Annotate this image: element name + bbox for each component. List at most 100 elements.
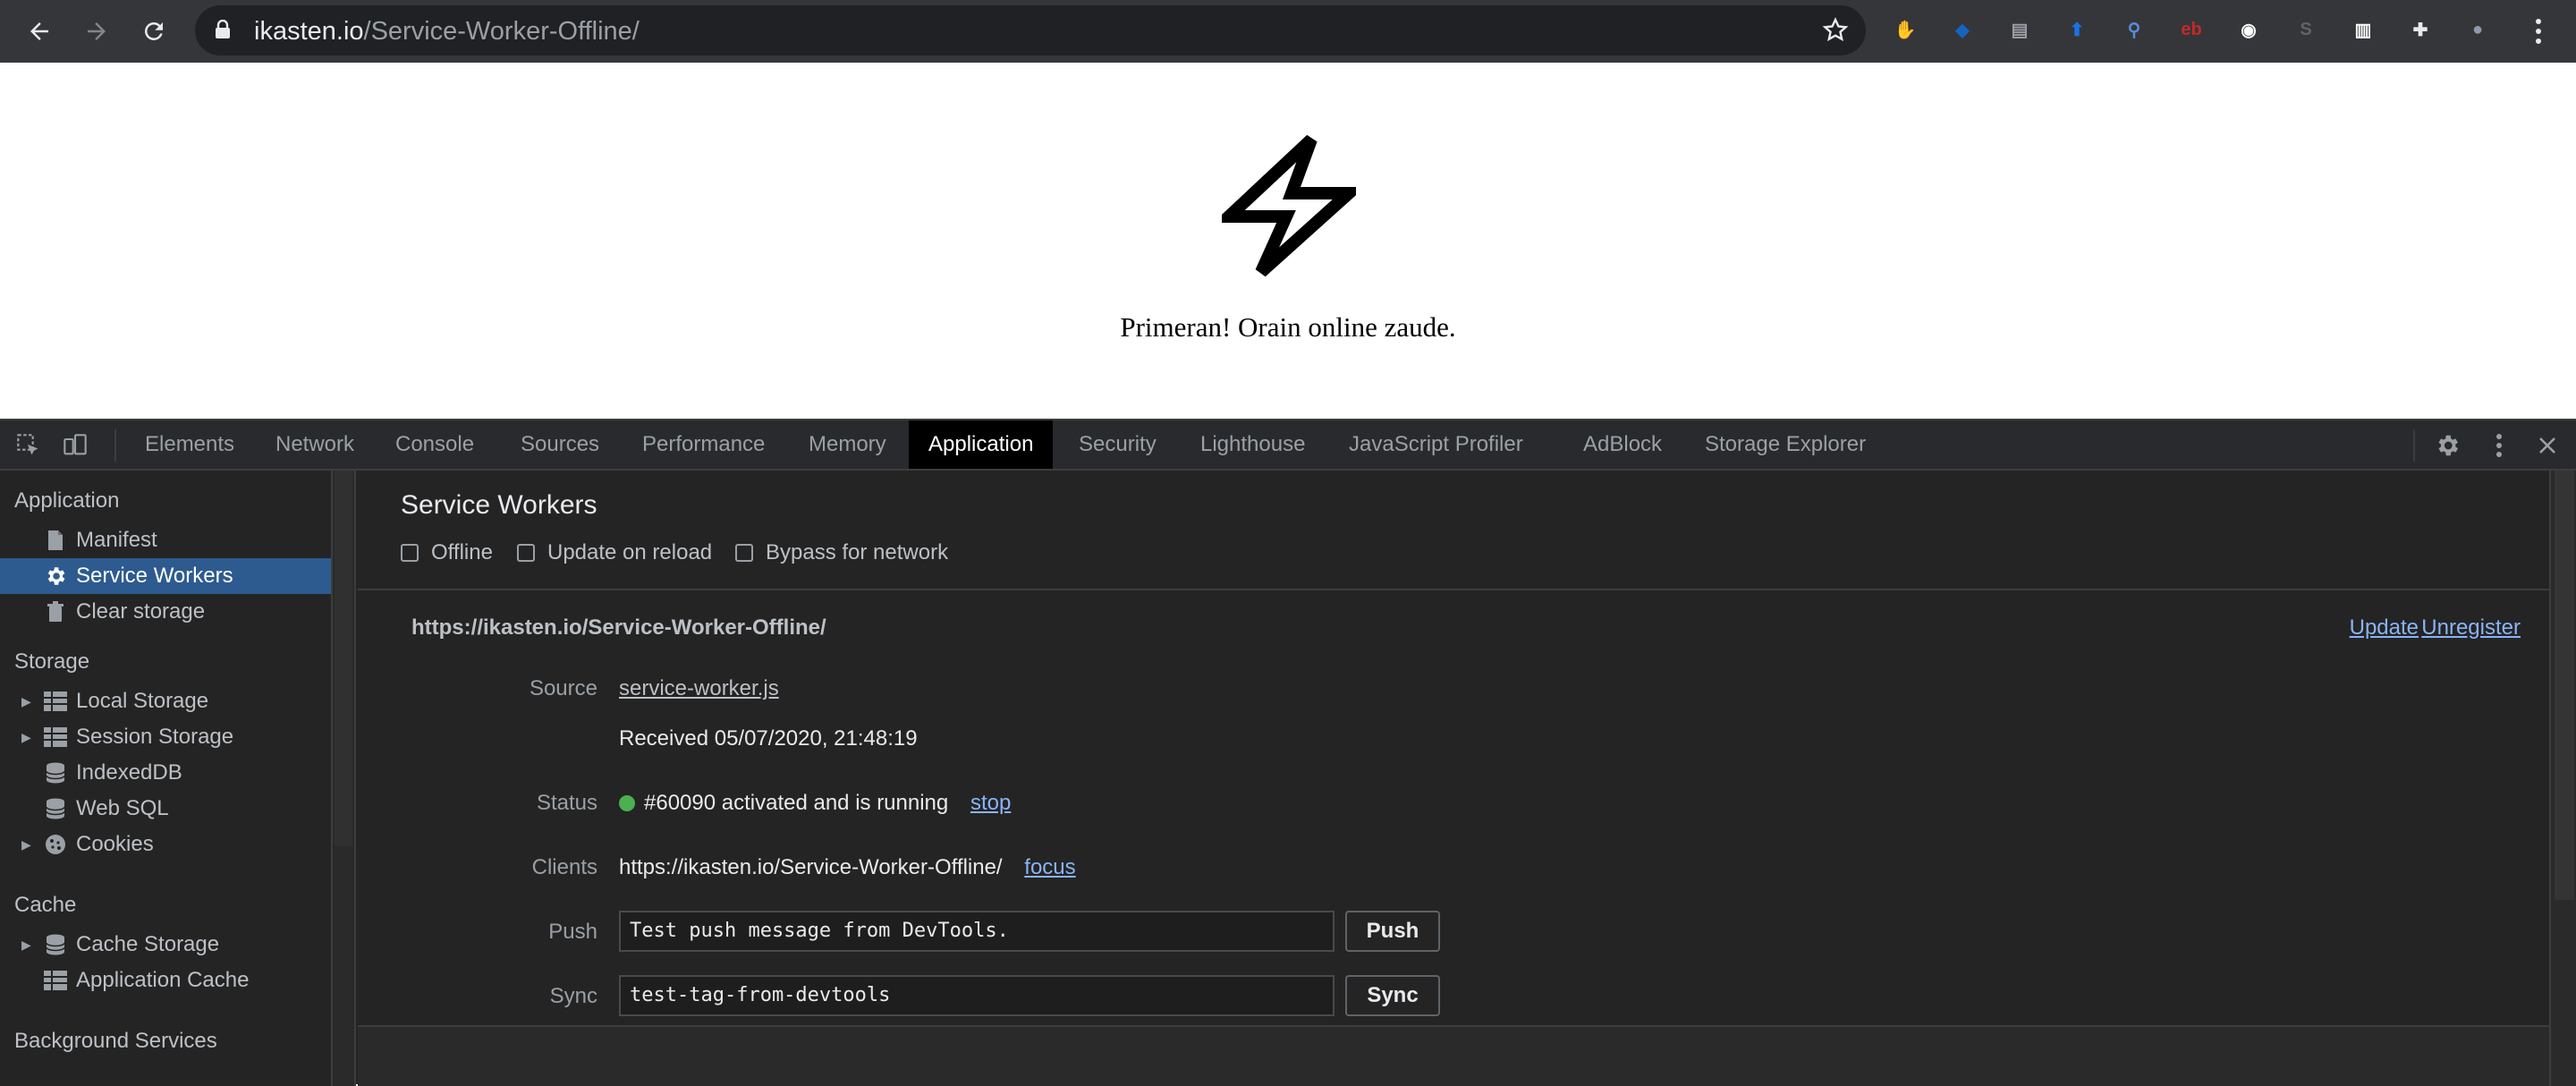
sidebar-item-clear-storage[interactable]: Clear storage [0, 594, 331, 630]
tab-security[interactable]: Security [1059, 420, 1176, 469]
expand-arrow-icon[interactable]: ▶ [21, 938, 31, 953]
tab-divider [114, 429, 116, 462]
tab-memory[interactable]: Memory [789, 420, 906, 469]
main-scrollbar[interactable] [2549, 471, 2576, 1086]
expand-arrow-icon[interactable]: ▶ [21, 837, 31, 853]
bypass-for-network-label: Bypass for network [766, 540, 949, 564]
sidebar-item-web-sql[interactable]: Web SQL [0, 791, 331, 827]
running-status-dot-icon [619, 795, 635, 811]
sidebar-item-application-cache[interactable]: Application Cache [0, 963, 331, 998]
update-on-reload-checkbox[interactable] [517, 544, 535, 562]
browser-menu-button[interactable] [2519, 12, 2558, 51]
push-button[interactable]: Push [1345, 911, 1440, 952]
document-icon [43, 528, 68, 553]
sidebar-scrollbar[interactable] [333, 471, 356, 1086]
update-on-reload-option[interactable]: Update on reload [517, 540, 712, 565]
push-message-input[interactable]: Test push message from DevTools. [619, 911, 1335, 952]
back-arrow-icon [30, 22, 48, 40]
devtools-more-icon[interactable] [2485, 431, 2513, 460]
reload-icon [145, 22, 163, 40]
barcode-ext-icon[interactable]: ▥ [2347, 13, 2379, 46]
doc-icon[interactable]: ▤ [2004, 13, 2036, 46]
sidebar-item-label: Clear storage [76, 599, 206, 624]
sidebar-item-label: Local Storage [76, 689, 209, 713]
profile-avatar[interactable]: ● [2462, 13, 2494, 46]
offline-checkbox[interactable] [401, 544, 419, 562]
sidebar-header-application: Application [14, 488, 120, 513]
tab-network[interactable]: Network [256, 420, 374, 469]
device-toolbar-icon[interactable] [61, 431, 89, 460]
status-label: Status [536, 791, 597, 815]
gem-icon[interactable]: ◆ [1946, 13, 1979, 46]
address-bar[interactable]: ikasten.io/Service-Worker-Offline/ [195, 5, 1866, 55]
source-file-link[interactable]: service-worker.js [619, 676, 779, 701]
page-viewport: Primeran! Orain online zaude. [0, 63, 2576, 419]
sidebar-item-local-storage[interactable]: ▶ Local Storage [0, 683, 331, 719]
grid-table-icon [43, 968, 68, 993]
forward-button[interactable] [77, 12, 116, 51]
expand-arrow-icon[interactable]: ▶ [21, 694, 31, 709]
tab-adblock[interactable]: AdBlock [1563, 420, 1682, 469]
devtools-tabbar: Elements Network Console Sources Performance… [0, 420, 2576, 471]
sidebar-header-background-services: Background Services [14, 1029, 217, 1053]
tab-application[interactable]: Application [909, 420, 1054, 469]
unregister-link[interactable]: Unregister [2421, 615, 2521, 641]
clients-value: https://ikasten.io/Service-Worker-Offlin… [619, 855, 1076, 880]
tab-performance[interactable]: Performance [623, 420, 784, 469]
tab-elements[interactable]: Elements [125, 420, 254, 469]
status-value: #60090 activated and is running stop [619, 791, 1011, 816]
sidebar-item-cache-storage[interactable]: ▶ Cache Storage [0, 927, 331, 963]
lock-icon [216, 20, 230, 38]
gear-icon [43, 564, 68, 589]
sidebar-item-label: Web SQL [76, 796, 169, 820]
sidebar-item-service-workers[interactable]: Service Workers [0, 558, 331, 594]
sync-label: Sync [549, 984, 597, 1008]
url-text: ikasten.io/Service-Worker-Offline/ [254, 17, 640, 46]
offline-option[interactable]: Offline [401, 540, 493, 565]
kebab-menu-icon [2536, 19, 2541, 44]
tab-console[interactable]: Console [376, 420, 494, 469]
page-message: Primeran! Orain online zaude. [1120, 311, 1456, 343]
reload-button[interactable] [134, 12, 174, 51]
puzzle-icon[interactable]: ✚ [2404, 13, 2436, 46]
scrollbar-thumb[interactable] [335, 471, 352, 846]
bypass-for-network-option[interactable]: Bypass for network [735, 540, 948, 565]
close-devtools-icon[interactable] [2533, 431, 2562, 460]
sidebar-item-session-storage[interactable]: ▶ Session Storage [0, 719, 331, 755]
trash-icon [43, 599, 68, 624]
expand-arrow-icon[interactable]: ▶ [21, 730, 31, 745]
scrollbar-thumb[interactable] [2555, 471, 2574, 900]
magnifier-ext-icon[interactable]: ⚲ [2118, 13, 2150, 46]
tab-javascript-profiler[interactable]: JavaScript Profiler [1329, 420, 1543, 469]
divider [358, 589, 2549, 590]
status-text: #60090 activated and is running [644, 791, 949, 815]
tab-sources[interactable]: Sources [501, 420, 619, 469]
tab-storage-explorer[interactable]: Storage Explorer [1685, 420, 1885, 469]
sidebar-item-label: Application Cache [76, 968, 250, 992]
pane-title: Service Workers [401, 490, 597, 520]
bypass-for-network-checkbox[interactable] [735, 544, 753, 562]
service-worker-scope: https://ikasten.io/Service-Worker-Offlin… [411, 615, 826, 640]
graduation-icon[interactable]: ⬆ [2061, 13, 2093, 46]
devtools-panel: Elements Network Console Sources Performance… [0, 419, 2576, 1086]
focus-link[interactable]: focus [1024, 855, 1075, 879]
tab-lighthouse[interactable]: Lighthouse [1181, 420, 1325, 469]
update-on-reload-label: Update on reload [547, 540, 713, 564]
back-button[interactable] [20, 12, 59, 51]
s-ext-icon[interactable]: S [2290, 13, 2322, 46]
sync-button[interactable]: Sync [1345, 975, 1440, 1016]
stop-link[interactable]: stop [970, 791, 1011, 815]
eb-icon[interactable]: eb [2175, 13, 2207, 46]
update-link[interactable]: Update [2350, 615, 2419, 641]
face-ext-icon[interactable]: ◉ [2233, 13, 2265, 46]
grid-table-icon [43, 689, 68, 714]
settings-gear-icon[interactable] [2433, 431, 2462, 460]
sync-tag-input[interactable]: test-tag-from-devtools [619, 975, 1335, 1016]
sidebar-item-indexeddb[interactable]: IndexedDB [0, 755, 331, 791]
sidebar-item-cookies[interactable]: ▶ Cookies [0, 827, 331, 862]
sidebar-item-label: Cookies [76, 832, 154, 856]
adblock-icon[interactable]: ✋ [1889, 13, 1921, 46]
sidebar-item-manifest[interactable]: Manifest [0, 522, 331, 558]
bookmark-star-icon[interactable] [1821, 16, 1850, 45]
inspect-element-icon[interactable] [14, 431, 43, 460]
